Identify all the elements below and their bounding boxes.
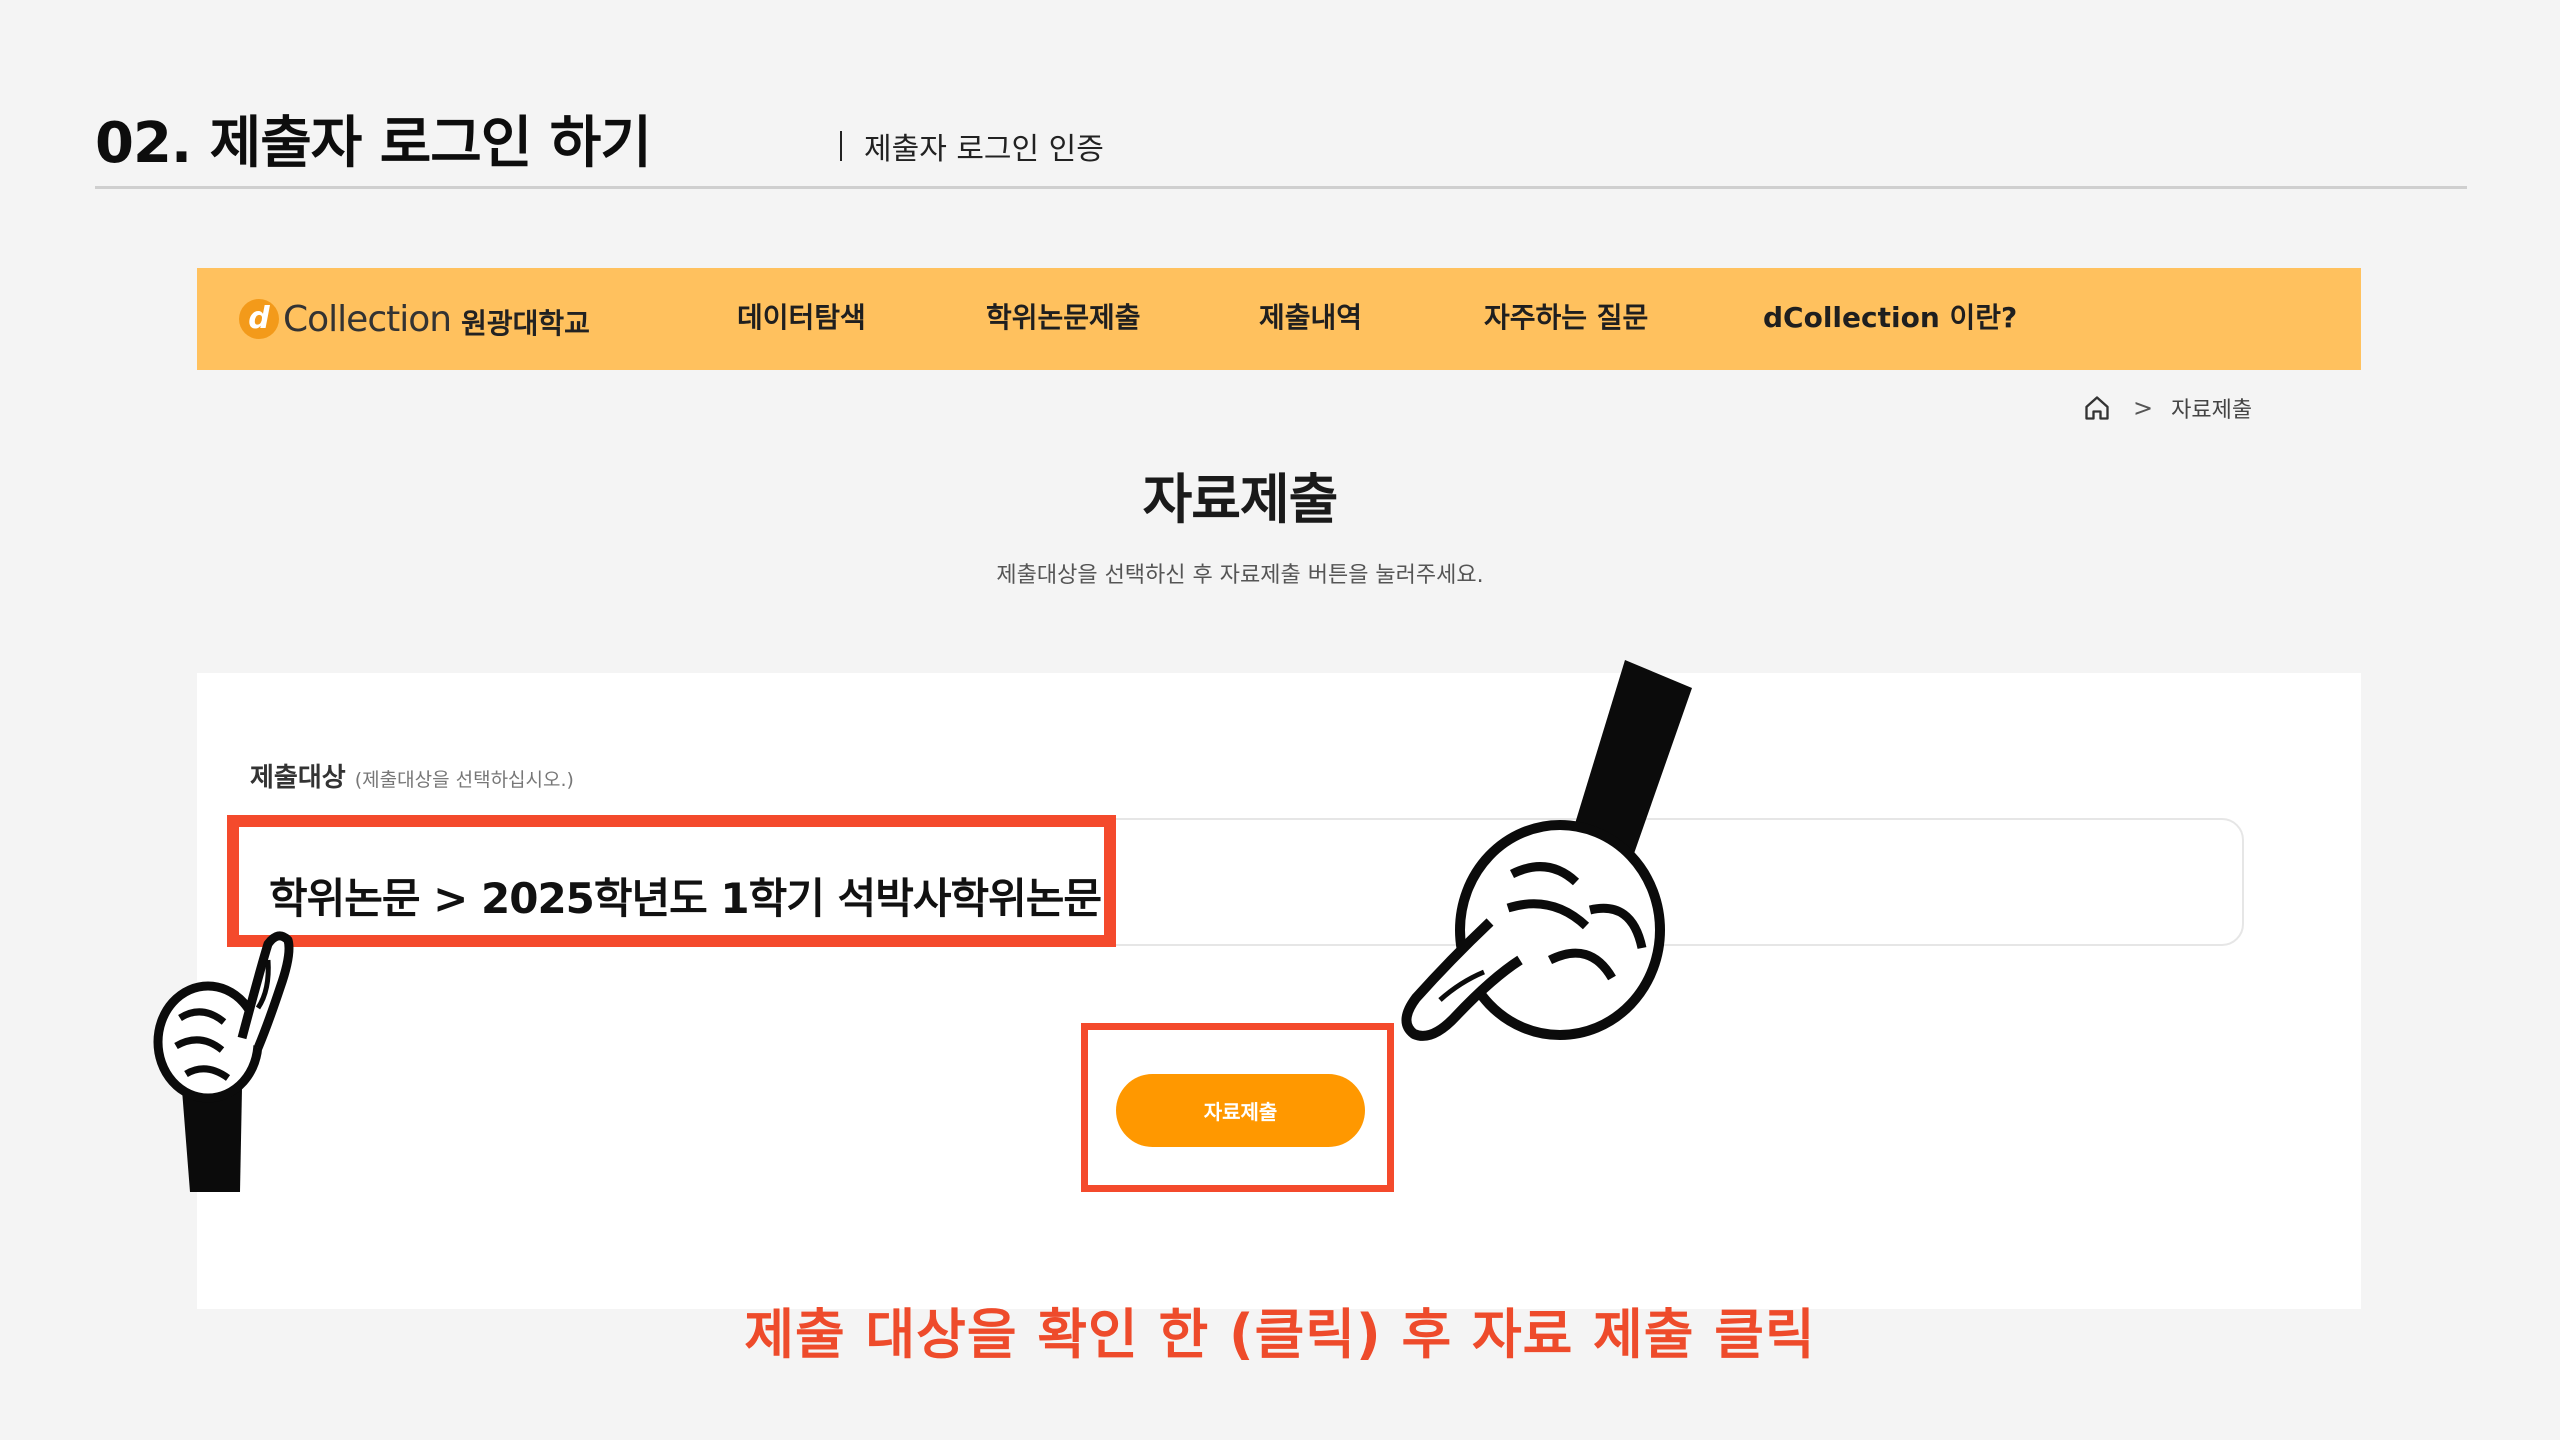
submit-button[interactable]: 자료제출: [1116, 1074, 1365, 1147]
instruction-caption: 제출 대상을 확인 한 (클릭) 후 자료 제출 클릭: [744, 1303, 1816, 1366]
pointing-hand-right-icon: [1401, 660, 1692, 1041]
page-description: 제출대상을 선택하신 후 자료제출 버튼을 눌러주세요.: [996, 563, 1484, 588]
field-label: 제출대상 (제출대상을 선택하십시오.): [250, 757, 574, 794]
subtitle-divider: [840, 131, 842, 161]
field-label-text: 제출대상: [250, 763, 346, 793]
selected-target[interactable]: 학위논문 > 2025학년도 1학기 석박사학위논문: [269, 865, 1102, 926]
slide-title: 02. 제출자 로그인 하기: [95, 111, 652, 176]
pointing-hand-left-icon: [153, 931, 294, 1192]
nav-submission-history[interactable]: 제출내역: [1259, 296, 1362, 336]
breadcrumb-separator: >: [2133, 394, 2154, 422]
slide-subtitle: 제출자 로그인 인증: [840, 124, 1104, 168]
nav-data-explore[interactable]: 데이터탐색: [737, 296, 866, 336]
title-rule: [95, 186, 2467, 189]
nav-about-dcollection[interactable]: dCollection 이란?: [1763, 296, 2017, 336]
slide-subtitle-text: 제출자 로그인 인증: [864, 132, 1104, 167]
home-icon[interactable]: [2083, 394, 2111, 422]
breadcrumb-current: 자료제출: [2171, 398, 2253, 423]
logo-name: Collection: [283, 298, 452, 340]
logo-university: 원광대학교: [461, 307, 590, 340]
site-navbar: d Collection 원광대학교 데이터탐색 학위논문제출 제출내역 자주하…: [197, 268, 2361, 370]
target-highlight[interactable]: 학위논문 > 2025학년도 1학기 석박사학위논문: [227, 815, 1116, 947]
nav-faq[interactable]: 자주하는 질문: [1484, 296, 1648, 336]
field-hint: (제출대상을 선택하십시오.): [354, 769, 574, 791]
logo-mark-icon: d: [239, 299, 279, 339]
nav-thesis-submit[interactable]: 학위논문제출: [986, 296, 1141, 336]
breadcrumb: > 자료제출: [2083, 392, 2252, 424]
page-title: 자료제출: [1142, 468, 1339, 531]
dcollection-logo[interactable]: d Collection 원광대학교: [239, 290, 590, 348]
